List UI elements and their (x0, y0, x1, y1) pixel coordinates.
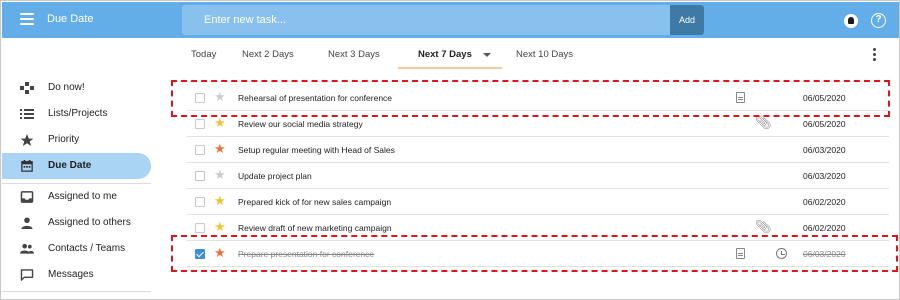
more-options-icon[interactable] (873, 48, 877, 62)
star-icon[interactable]: ★ (214, 220, 226, 234)
alarm-clock-icon[interactable] (776, 248, 787, 259)
task-title: Setup regular meeting with Head of Sales (238, 145, 395, 155)
active-tab-indicator (398, 67, 502, 69)
task-date: 06/02/2020 (803, 223, 846, 233)
task-date: 06/03/2020 (803, 249, 846, 259)
sidebar-item-priority[interactable]: Priority (2, 127, 151, 153)
tab-next-10-days[interactable]: Next 10 Days (516, 49, 573, 60)
task-date: 06/03/2020 (803, 145, 846, 155)
note-icon[interactable] (736, 92, 745, 103)
help-icon[interactable]: ? (871, 13, 886, 28)
task-title: Prepare presentation for conference (238, 249, 375, 259)
tab-today[interactable]: Today (191, 49, 216, 60)
task-title: Rehearsal of presentation for conference (238, 93, 393, 103)
star-icon[interactable]: ★ (214, 246, 226, 260)
task-date: 06/05/2020 (803, 93, 846, 103)
star-icon[interactable]: ★ (214, 90, 226, 104)
paperclip-icon[interactable]: 📎︎ (755, 115, 772, 131)
star-icon[interactable]: ★ (214, 142, 226, 156)
task-title: Review our social media strategy (238, 119, 363, 129)
sidebar-divider (2, 291, 151, 292)
hamburger-menu-icon[interactable] (20, 13, 34, 25)
task-checkbox[interactable] (195, 93, 205, 103)
task-title: Prepared kick of for new sales campaign (238, 197, 392, 207)
sidebar-item-messages[interactable]: Messages (2, 262, 151, 288)
people-icon (20, 243, 34, 254)
sidebar-item-lists-projects[interactable]: Lists/Projects (2, 101, 151, 127)
add-task-button[interactable]: Add (670, 5, 704, 35)
date-filter-tabs: Today Next 2 Days Next 3 Days Next 7 Day… (151, 39, 899, 69)
task-checkbox[interactable] (195, 145, 205, 155)
sidebar-item-label: Messages (48, 269, 94, 280)
calendar-icon (21, 160, 33, 172)
task-row[interactable]: ★ Prepared kick of for new sales campaig… (187, 189, 889, 215)
task-checkbox[interactable] (195, 223, 205, 233)
sidebar-item-label: Due Date (48, 160, 92, 171)
chevron-down-icon[interactable] (483, 53, 491, 57)
sidebar-item-label: Lists/Projects (48, 108, 108, 119)
new-task-input[interactable] (182, 5, 670, 35)
task-row[interactable]: ★ Rehearsal of presentation for conferen… (187, 85, 889, 111)
gamepad-icon (20, 82, 34, 94)
task-checkbox[interactable] (195, 119, 205, 129)
sidebar-item-assigned-to-me[interactable]: Assigned to me (2, 184, 151, 210)
tab-next-2-days[interactable]: Next 2 Days (242, 49, 294, 60)
task-date: 06/03/2020 (803, 171, 846, 181)
sidebar-item-label: Do now! (48, 82, 85, 93)
top-bar: Due Date Add ? (2, 2, 899, 38)
sidebar-item-assigned-to-others[interactable]: Assigned to others (2, 210, 151, 236)
chat-icon (20, 269, 34, 281)
sidebar-item-label: Assigned to others (48, 217, 131, 228)
task-date: 06/02/2020 (803, 197, 846, 207)
task-title: Review draft of new marketing campaign (238, 223, 392, 233)
task-row[interactable]: ★ Review our social media strategy 📎︎ 06… (187, 111, 889, 137)
tab-next-3-days[interactable]: Next 3 Days (328, 49, 380, 60)
task-row[interactable]: ★ Prepare presentation for conference 06… (187, 241, 889, 267)
inbox-icon (20, 191, 34, 203)
notification-bell-icon[interactable] (844, 14, 858, 28)
sidebar: Do now! Lists/Projects Priority Due Date… (2, 71, 151, 299)
sidebar-item-contacts-teams[interactable]: Contacts / Teams (2, 236, 151, 262)
task-checkbox[interactable] (195, 197, 205, 207)
star-icon[interactable]: ★ (214, 168, 226, 182)
task-title: Update project plan (238, 171, 312, 181)
task-row[interactable]: ★ Setup regular meeting with Head of Sal… (187, 137, 889, 163)
task-row[interactable]: ★ Update project plan 06/03/2020 (187, 163, 889, 189)
task-row[interactable]: ★ Review draft of new marketing campaign… (187, 215, 889, 241)
tab-next-7-days[interactable]: Next 7 Days (418, 49, 472, 60)
star-icon[interactable]: ★ (214, 194, 226, 208)
sidebar-item-due-date[interactable]: Due Date (2, 153, 151, 179)
person-icon (21, 217, 33, 229)
note-icon[interactable] (736, 248, 745, 259)
list-icon (20, 109, 34, 119)
paperclip-icon[interactable]: 📎︎ (755, 219, 772, 235)
task-date: 06/05/2020 (803, 119, 846, 129)
sidebar-item-label: Contacts / Teams (48, 243, 126, 254)
star-icon (20, 134, 34, 146)
task-checkbox[interactable] (195, 249, 205, 259)
star-icon[interactable]: ★ (214, 116, 226, 130)
app-window: Due Date Add ? Today Next 2 Days Next 3 … (0, 0, 900, 300)
sidebar-item-do-now[interactable]: Do now! (2, 75, 151, 101)
sidebar-item-label: Priority (48, 134, 80, 145)
task-checkbox[interactable] (195, 171, 205, 181)
sidebar-item-label: Assigned to me (48, 191, 117, 202)
app-title: Due Date (47, 13, 94, 25)
